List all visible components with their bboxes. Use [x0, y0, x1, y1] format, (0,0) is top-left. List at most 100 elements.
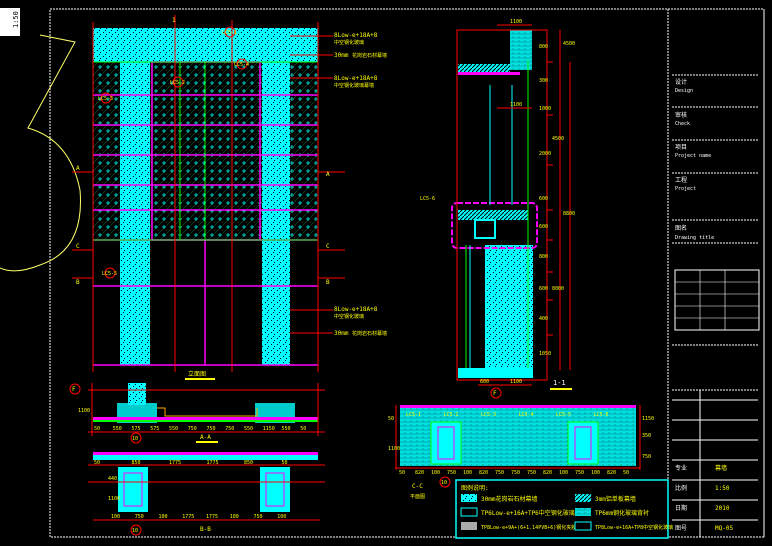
title-block-value: 2010: [715, 505, 730, 512]
material-label: 8Low-e+18A+8: [334, 75, 378, 82]
dimension: 550: [169, 426, 178, 432]
dimension: 1775: [206, 514, 218, 520]
callout: LC5-3: [98, 96, 113, 102]
section-subtitle: 平面图: [410, 494, 425, 500]
dimension: 750: [188, 426, 197, 432]
title-block-value: Project: [675, 186, 696, 192]
title-block-field: 图号: [675, 525, 687, 532]
title-block-label: 项目: [675, 144, 687, 151]
dimension: 750: [495, 470, 504, 476]
axis-label: 10: [132, 436, 138, 442]
dimension: 400: [539, 316, 548, 322]
dimension: 1100: [388, 446, 400, 452]
dimension: LC5-1: [406, 412, 421, 418]
section-title: C-C: [412, 483, 423, 490]
dimension: 600: [539, 196, 548, 202]
axis-label: F: [72, 386, 76, 393]
dimension: 1775: [169, 460, 181, 466]
dimension: 4500: [552, 136, 564, 142]
dimension: 50: [623, 470, 629, 476]
dimension: 750: [207, 426, 216, 432]
title-block-label: 工程: [675, 176, 687, 184]
dimension: LC5-5: [556, 412, 571, 418]
dimension: 750: [642, 454, 651, 460]
dimension: 4500: [563, 41, 575, 47]
dimension: LC5-4: [519, 412, 534, 418]
legend-label: TP6Low-e+16A+TP6中空钢化玻璃: [481, 509, 575, 517]
dimension: 800: [539, 254, 548, 260]
dimension: 8800: [563, 211, 575, 217]
axis-label: 10: [441, 480, 447, 486]
callout: LC5-4: [234, 62, 249, 68]
dimension: 550: [282, 426, 291, 432]
material-label: 8Low-e+18A+8: [334, 306, 378, 313]
dimension: 50: [282, 460, 288, 466]
legend-label: 3mm铝单板幕墙: [595, 495, 636, 503]
legend-label: TP8Low-e+16A+TP8中空钢化玻璃: [595, 524, 673, 531]
section-a-a: 1100 50 550 575 575 550 750 750 750 550 1150 550 50…: [78, 383, 325, 444]
section-title: B-B: [200, 526, 211, 533]
dimension: 1150: [263, 426, 275, 432]
dimension: LC5-3: [481, 412, 496, 418]
dimension: LC5-2: [444, 412, 459, 418]
legend-title: 图例说明:: [461, 484, 489, 492]
material-label: 30mm: [334, 330, 349, 337]
section-title: 1-1: [553, 379, 566, 387]
title-block-field: 比例: [675, 484, 687, 492]
title-block-field: 专业: [675, 464, 687, 472]
title-block: 设计 Design 审核 Check 项目 Project name 工程 Pr…: [672, 74, 760, 537]
axis-label: 10: [132, 528, 138, 534]
dimension: 100: [463, 470, 472, 476]
material-note: 中空钢化玻璃: [334, 39, 364, 46]
callout: LC5-6: [420, 196, 435, 202]
dimension: 850: [132, 460, 141, 466]
dimension: 1100: [108, 496, 120, 502]
section-b-b: 50 850 1775 1775 850 50 100 750 100 1775 1775 100 7…: [88, 452, 325, 536]
material-label: 8Low-e+18A+8: [334, 32, 378, 39]
title-block-value: 幕墙: [715, 464, 727, 472]
dimension: 750: [254, 514, 263, 520]
title-block-label: 审核: [675, 111, 687, 119]
dimension: 600: [539, 224, 548, 230]
dimension: 50: [388, 416, 394, 422]
axis-label: B: [76, 279, 80, 286]
axis-label: C: [76, 243, 80, 250]
title-block-value: 1:50: [715, 485, 730, 492]
dimension: 100: [230, 514, 239, 520]
material-label: 30mm: [334, 52, 349, 59]
dimension: 1775: [182, 514, 194, 520]
title-block-value: Drawing title: [675, 235, 714, 241]
dimension: 1775: [207, 460, 219, 466]
dimension: 750: [527, 470, 536, 476]
dimension: LC5-6: [594, 412, 609, 418]
cad-drawing: 1:50 1 A C B A C B LC5-1 LC5-2 LC5-3 LC5…: [0, 8, 765, 539]
dimension: 550: [113, 426, 122, 432]
section-title: A-A: [200, 434, 211, 441]
title-block-label: 图名: [675, 224, 687, 232]
dimension: 750: [447, 470, 456, 476]
dimension: 1100: [510, 379, 522, 385]
dimension: 820: [479, 470, 488, 476]
axis-label: F: [493, 390, 497, 397]
dimension: 100: [111, 514, 120, 520]
dimension: 750: [135, 514, 144, 520]
legend-label: TP8Low-e+9A+(6+1.14PVB+6)钢化夹胶玻璃: [481, 524, 586, 531]
dimension: 1100: [510, 102, 522, 108]
legend-label: 30mm花岗岩石材幕墙: [481, 495, 537, 503]
scale-note: 1:50: [0, 8, 20, 36]
dimension: 100: [277, 514, 286, 520]
dimension: 575: [132, 426, 141, 432]
dimension: 800: [539, 44, 548, 50]
title-block-value: Design: [675, 88, 693, 94]
title-block-label: 设计: [675, 78, 687, 86]
axis-label: C: [326, 243, 330, 250]
material-note: 中空钢化玻璃幕墙: [334, 82, 374, 89]
dimension: 440: [108, 476, 117, 482]
svg-text:1:50: 1:50: [12, 11, 20, 28]
dimension: 850: [244, 460, 253, 466]
dimension: 550: [244, 426, 253, 432]
dimension: 820: [415, 470, 424, 476]
legend-label: TP6mm钢化玻璃背衬: [595, 509, 649, 517]
dimension: 50: [399, 470, 405, 476]
dimension: 1100: [510, 19, 522, 25]
